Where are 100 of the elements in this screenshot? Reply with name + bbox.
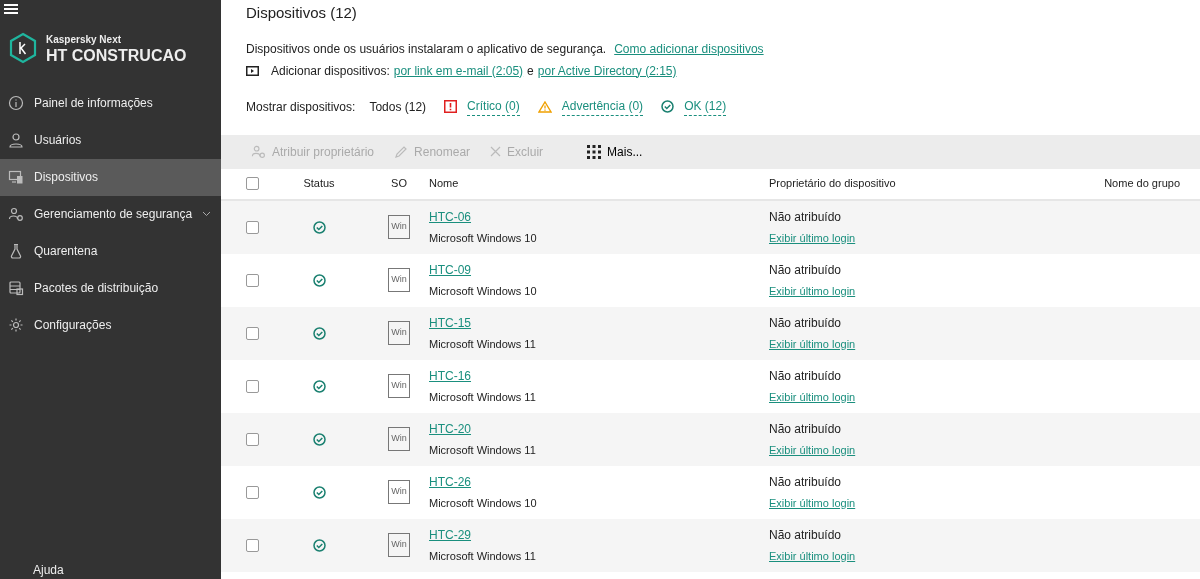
page-title: Dispositivos (12) [246, 3, 358, 23]
device-link[interactable]: HTC-15 [429, 313, 471, 332]
owner-text: Não atribuído [769, 261, 843, 279]
status-ok-icon [312, 273, 326, 287]
video-icon [246, 65, 259, 76]
row-checkbox[interactable] [246, 379, 259, 393]
row-checkbox[interactable] [246, 273, 259, 287]
row-checkbox[interactable] [246, 432, 259, 446]
toolbar-button[interactable]: Mais... [587, 142, 643, 161]
column-header: Status [302, 176, 336, 192]
row-checkbox[interactable] [246, 220, 259, 234]
os-name: Microsoft Windows 11 [429, 336, 537, 352]
os-name: Microsoft Windows 11 [429, 389, 537, 405]
sidebar-item[interactable]: Pacotes de distribuição [0, 269, 221, 307]
os-name: Microsoft Windows 10 [429, 283, 538, 299]
ok-icon [661, 100, 675, 113]
warning-icon [537, 100, 552, 113]
owner-text: Não atribuído [769, 314, 843, 332]
last-login-link[interactable]: Exibir último login [769, 388, 856, 405]
table-row[interactable]: Win HTC-15 Microsoft Windows 11 Não atribuído Exibir último login [221, 306, 1200, 360]
sidebar-item[interactable]: Dispositivos [0, 158, 221, 196]
settings-icon [8, 317, 24, 334]
device-link[interactable]: HTC-16 [429, 366, 471, 385]
table-row[interactable]: Win HTC-06 Microsoft Windows 10 Não atribuído Exibir último login [221, 200, 1200, 254]
os-icon: Win [388, 533, 410, 557]
os-name: Microsoft Windows 10 [429, 495, 538, 511]
status-ok-icon [312, 220, 326, 234]
column-header: Nome do grupo [1103, 176, 1181, 192]
status-ok-icon [312, 432, 326, 446]
last-login-link[interactable]: Exibir último login [769, 441, 856, 458]
sidebar-item[interactable]: Quarentena [0, 232, 221, 270]
os-name: Microsoft Windows 11 [429, 442, 537, 458]
critical-icon [444, 100, 458, 113]
os-icon: Win [388, 215, 410, 239]
video-link[interactable]: por Active Directory (2:15) [537, 61, 677, 80]
sidebar-item[interactable]: Gerenciamento de segurança [0, 195, 221, 233]
users-gear-icon [251, 144, 266, 159]
conjunction-text: e [527, 62, 534, 80]
filter-option[interactable]: Advertência (0) [561, 97, 644, 116]
select-all-checkbox[interactable] [246, 177, 259, 190]
column-header: Proprietário do dispositivo [769, 176, 897, 192]
table-row[interactable]: Win HTC-16 Microsoft Windows 11 Não atribuído Exibir último login [221, 359, 1200, 413]
filter-label: Mostrar dispositivos: [246, 98, 356, 116]
last-login-link[interactable]: Exibir último login [769, 547, 856, 564]
help-link[interactable]: Ajuda [33, 563, 64, 577]
status-ok-icon [312, 485, 326, 499]
description-text: Dispositivos onde os usuários instalaram o aplicativo de segurança. [246, 40, 607, 58]
column-header: Nome [429, 176, 460, 192]
device-link[interactable]: HTC-20 [429, 419, 471, 438]
user-icon [8, 132, 24, 149]
flask-icon [8, 243, 24, 260]
add-devices-label: Adicionar dispositivos: [271, 62, 390, 80]
grid-icon [587, 144, 602, 159]
os-icon: Win [388, 268, 410, 292]
last-login-link[interactable]: Exibir último login [769, 494, 856, 511]
owner-text: Não atribuído [769, 420, 843, 438]
device-link[interactable]: HTC-09 [429, 260, 471, 279]
help-link[interactable]: Como adicionar dispositivos [614, 39, 764, 58]
os-icon: Win [388, 374, 410, 398]
os-name: Microsoft Windows 11 [429, 548, 537, 564]
owner-text: Não atribuído [769, 208, 843, 226]
row-checkbox[interactable] [246, 326, 259, 340]
status-ok-icon [312, 326, 326, 340]
owner-text: Não atribuído [769, 473, 843, 491]
table-row[interactable]: Win HTC-20 Microsoft Windows 11 Não atribuído Exibir último login [221, 412, 1200, 466]
logo-icon [8, 32, 38, 65]
table-row[interactable]: Win HTC-26 Microsoft Windows 10 Não atribuído Exibir último login [221, 465, 1200, 519]
pencil-icon [394, 144, 409, 159]
sidebar-item[interactable]: Usuários [0, 121, 221, 159]
last-login-link[interactable]: Exibir último login [769, 335, 856, 352]
sidebar-item[interactable]: Configurações [0, 306, 221, 344]
device-link[interactable]: HTC-29 [429, 525, 471, 544]
package-icon [8, 280, 24, 297]
column-header: SO [390, 176, 408, 192]
filter-option[interactable]: Crítico (0) [467, 97, 520, 116]
row-checkbox[interactable] [246, 538, 259, 552]
os-name: Microsoft Windows 10 [429, 230, 538, 246]
table-row[interactable]: Win HTC-29 Microsoft Windows 11 Não atribuído Exibir último login [221, 518, 1200, 572]
owner-text: Não atribuído [769, 526, 843, 544]
device-link[interactable]: HTC-26 [429, 472, 471, 491]
status-ok-icon [312, 538, 326, 552]
sidebar-item[interactable]: Painel de informações [0, 84, 221, 122]
os-icon: Win [388, 321, 410, 345]
info-icon [8, 95, 24, 112]
os-icon: Win [388, 427, 410, 451]
video-link[interactable]: por link em e-mail (2:05) [393, 61, 524, 80]
row-checkbox[interactable] [246, 485, 259, 499]
status-ok-icon [312, 379, 326, 393]
devices-icon [8, 169, 24, 186]
owner-text: Não atribuído [769, 367, 843, 385]
menu-icon[interactable] [4, 3, 18, 16]
filter-option[interactable]: OK (12) [684, 97, 727, 116]
device-link[interactable]: HTC-06 [429, 207, 471, 226]
last-login-link[interactable]: Exibir último login [769, 282, 856, 299]
users-gear-icon [8, 206, 24, 223]
filter-option[interactable]: Todos (12) [369, 97, 427, 116]
table-row[interactable]: Win HTC-09 Microsoft Windows 10 Não atribuído Exibir último login [221, 253, 1200, 307]
os-icon: Win [388, 480, 410, 504]
brand-name: Kaspersky Next [46, 33, 123, 47]
last-login-link[interactable]: Exibir último login [769, 229, 856, 246]
